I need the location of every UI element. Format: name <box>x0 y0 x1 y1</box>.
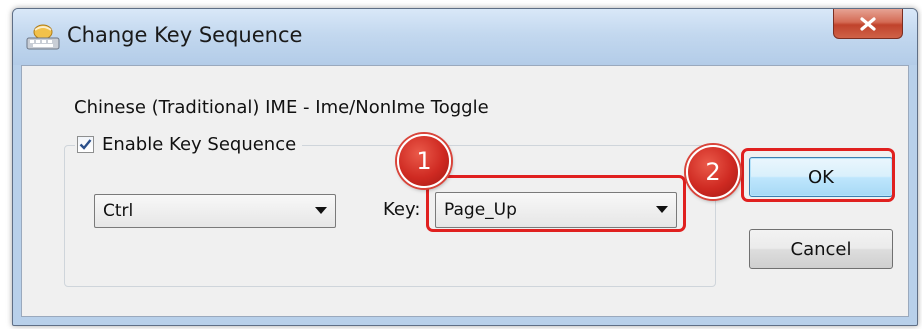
key-dropdown-highlight <box>426 175 686 232</box>
window-title: Change Key Sequence <box>67 23 303 47</box>
checkmark-icon <box>79 139 92 150</box>
title-bar[interactable]: Change Key Sequence <box>13 9 917 65</box>
enable-key-sequence-header: Enable Key Sequence <box>75 131 303 157</box>
step-2-badge: 2 <box>686 145 740 199</box>
close-icon <box>860 16 876 31</box>
ok-button-highlight <box>741 148 895 202</box>
chevron-down-icon <box>307 207 335 215</box>
modifier-dropdown-value: Ctrl <box>103 201 134 221</box>
enable-key-sequence-checkbox[interactable] <box>77 135 94 153</box>
modifier-dropdown[interactable]: Ctrl <box>94 194 336 228</box>
close-button[interactable] <box>833 9 903 39</box>
keyboard-icon <box>26 24 60 50</box>
cancel-button[interactable]: Cancel <box>749 229 893 269</box>
key-label: Key: <box>383 199 421 220</box>
command-description: Chinese (Traditional) IME - Ime/NonIme T… <box>74 97 489 118</box>
enable-key-sequence-label[interactable]: Enable Key Sequence <box>102 134 296 155</box>
step-1-badge: 1 <box>397 134 451 188</box>
